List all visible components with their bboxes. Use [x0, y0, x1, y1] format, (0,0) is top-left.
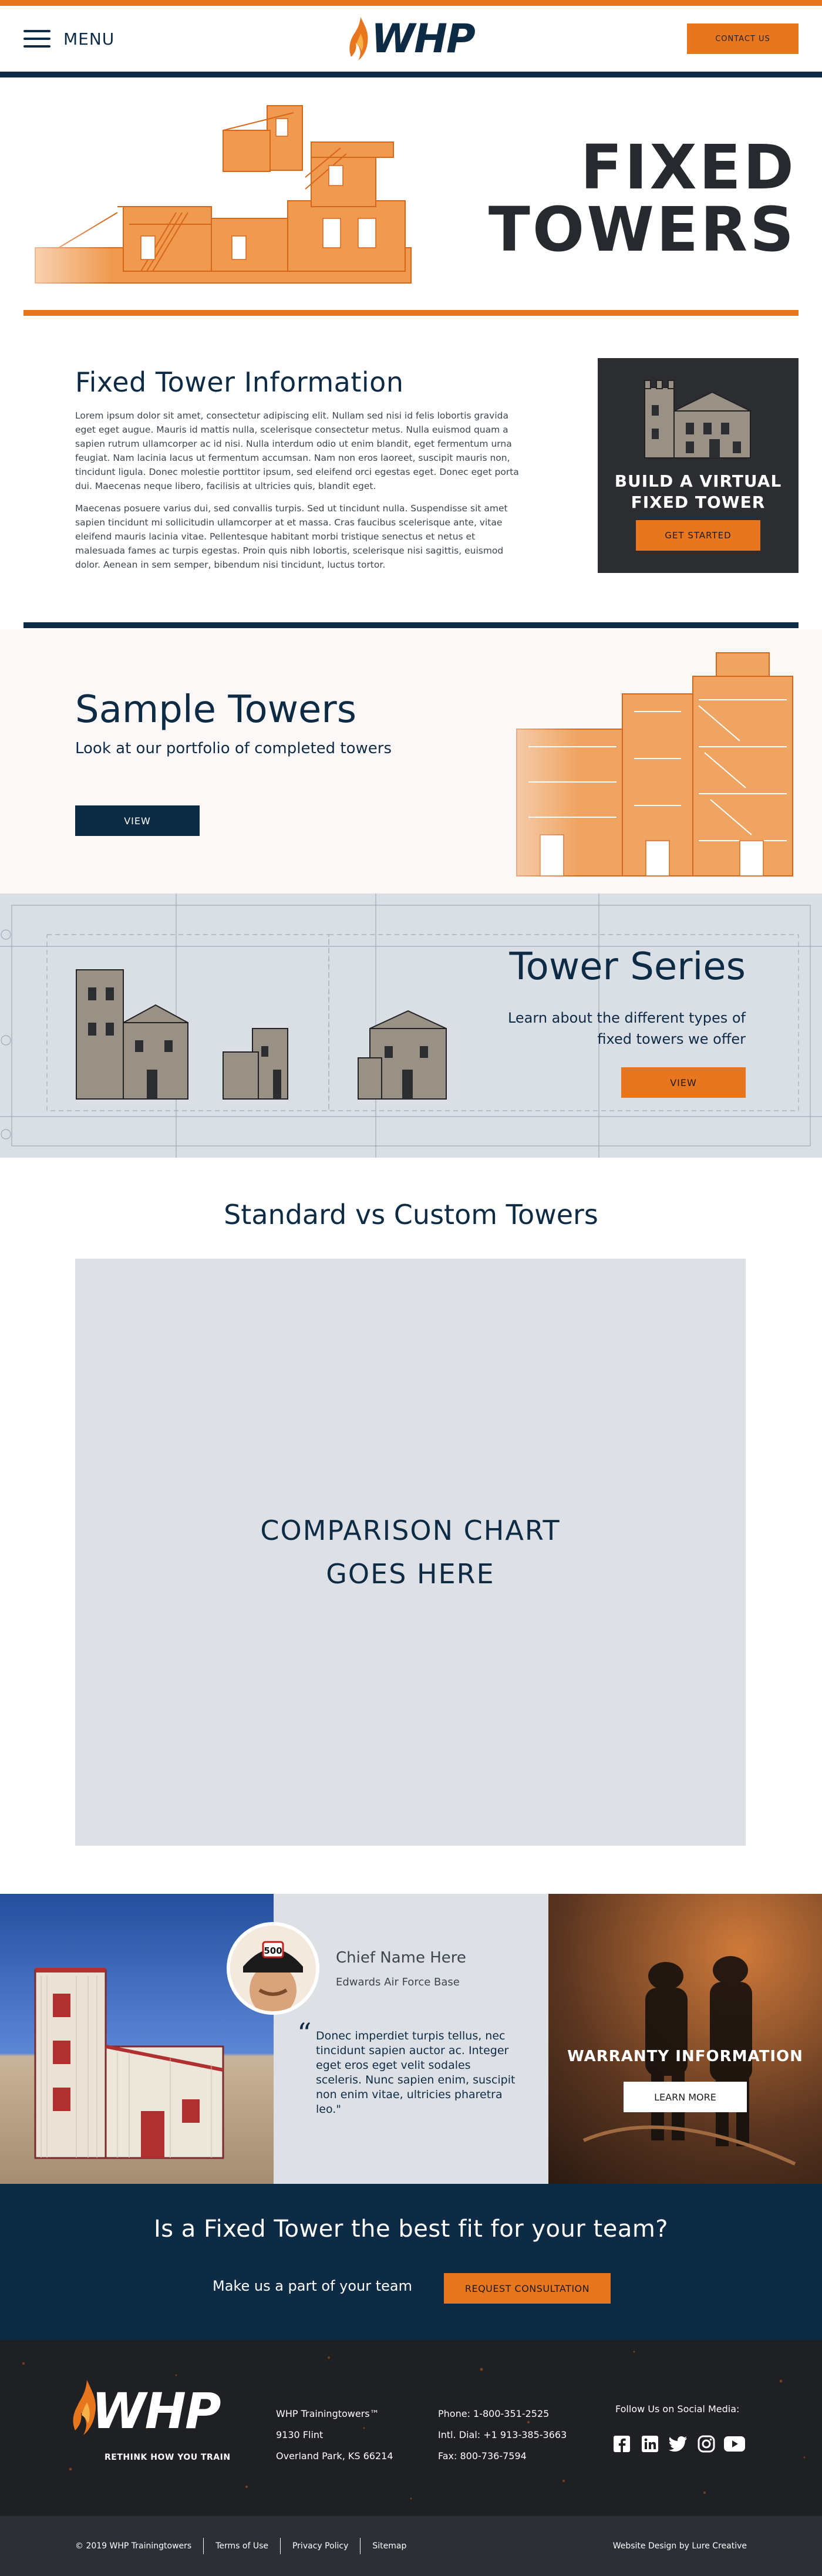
- youtube-icon[interactable]: [723, 2433, 746, 2455]
- logo-wordmark: WHP: [371, 15, 476, 62]
- testimonial-org: Edwards Air Force Base: [336, 1976, 460, 1988]
- comparison-placeholder-text: COMPARISON CHART GOES HERE: [260, 1515, 561, 1590]
- sample-towers-section: Sample Towers Look at our portfolio of c…: [0, 629, 822, 893]
- sub-footer: © 2019 WHP Trainingtowers Terms of Use P…: [0, 2516, 822, 2576]
- sample-towers-view-button[interactable]: VIEW: [75, 805, 200, 836]
- cta-subtitle: Make us a part of your team: [213, 2278, 412, 2294]
- comparison-heading: Standard vs Custom Towers: [224, 1199, 598, 1230]
- footer-contact: Phone: 1-800-351-2525 Intl. Dial: +1 913…: [438, 2403, 567, 2467]
- build-title-line2: FIXED TOWER: [631, 493, 766, 512]
- header-divider: [0, 72, 822, 77]
- hamburger-icon[interactable]: [23, 30, 50, 48]
- tower-info-heading: Fixed Tower Information: [75, 366, 404, 398]
- testimonial-name: Chief Name Here: [336, 1949, 466, 1967]
- sample-towers-subtitle: Look at our portfolio of completed tower…: [75, 740, 392, 757]
- sample-tower-illustration: [446, 629, 822, 893]
- testimonial-row: 500 Chief Name Here Edwards Air Force Ba…: [0, 1894, 822, 2184]
- tower-series-subtitle: Learn about the different types of fixed…: [507, 1010, 746, 1047]
- top-accent-strip: [0, 0, 822, 6]
- site-footer: WHP RETHINK HOW YOU TRAIN WHP Trainingto…: [0, 2340, 822, 2516]
- sample-towers-heading: Sample Towers: [75, 688, 357, 731]
- tower-info-text: Fixed Tower Information Lorem ipsum dolo…: [75, 366, 521, 580]
- privacy-link[interactable]: Privacy Policy: [292, 2541, 348, 2551]
- build-virtual-tower-title: BUILD A VIRTUAL FIXED TOWER: [615, 471, 782, 513]
- warranty-learn-more-button[interactable]: LEARN MORE: [624, 2082, 747, 2112]
- testimonial-quote: Donec imperdiet turpis tellus, nec tinci…: [316, 2029, 516, 2116]
- footer-address-line: WHP Trainingtowers™: [276, 2408, 379, 2419]
- tower-series-section: Tower Series Learn about the different t…: [0, 893, 822, 1158]
- testimonial-card: 500 Chief Name Here Edwards Air Force Ba…: [227, 1894, 548, 2184]
- site-logo[interactable]: WHP: [348, 15, 476, 62]
- hero-tower-illustration: [0, 77, 446, 312]
- virtual-tower-icon: [644, 380, 751, 458]
- request-consultation-button[interactable]: REQUEST CONSULTATION: [444, 2273, 611, 2304]
- design-credit-link[interactable]: Website Design by Lure Creative: [613, 2541, 747, 2551]
- helmet-badge-number: 500: [264, 1946, 282, 1956]
- comparison-chart-placeholder: COMPARISON CHART GOES HERE: [75, 1259, 746, 1846]
- firefighters-illustration: [582, 1956, 796, 2166]
- hero-section: FIXED TOWERS: [0, 77, 822, 316]
- footer-address-line: Overland Park, KS 66214: [276, 2450, 393, 2462]
- terms-link[interactable]: Terms of Use: [215, 2541, 268, 2551]
- build-title-line1: BUILD A VIRTUAL: [614, 471, 782, 491]
- footer-address-line: 9130 Flint: [276, 2429, 324, 2440]
- tower-series-models: [76, 969, 447, 1100]
- separator: [279, 2538, 281, 2554]
- info-divider: [23, 622, 799, 628]
- comparison-section: Standard vs Custom Towers COMPARISON CHA…: [0, 1158, 822, 1894]
- separator: [360, 2538, 361, 2554]
- separator: [203, 2538, 204, 2554]
- flame-icon: [349, 17, 368, 60]
- page-title: FIXED TOWERS: [489, 136, 796, 261]
- footer-address: WHP Trainingtowers™ 9130 Flint Overland …: [276, 2403, 393, 2467]
- warranty-card: WARRANTY INFORMATION LEARN MORE: [548, 1894, 822, 2184]
- tower-photo: [0, 1894, 274, 2184]
- footer-phone[interactable]: Phone: 1-800-351-2525: [438, 2403, 567, 2425]
- instagram-icon[interactable]: [695, 2433, 717, 2455]
- legal-links: © 2019 WHP Trainingtowers Terms of Use P…: [75, 2538, 406, 2554]
- footer-social-links: [611, 2433, 746, 2455]
- footer-intl-dial[interactable]: Intl. Dial: +1 913-385-3663: [438, 2425, 567, 2446]
- tower-info-section: Fixed Tower Information Lorem ipsum dolo…: [0, 312, 822, 629]
- tower-photo-illustration: [34, 1968, 224, 2159]
- site-header: MENU WHP CONTACT US: [0, 6, 822, 72]
- tower-info-paragraph-1: Lorem ipsum dolor sit amet, consectetur …: [75, 410, 519, 491]
- avatar: 500: [227, 1922, 319, 2015]
- facebook-icon[interactable]: [611, 2433, 633, 2455]
- footer-logo-wordmark: WHP: [92, 2382, 221, 2440]
- cta-heading: Is a Fixed Tower the best fit for your t…: [153, 2216, 669, 2243]
- tower-info-paragraph-2: Maecenas posuere varius dui, sed convall…: [75, 503, 508, 570]
- get-started-button[interactable]: GET STARTED: [636, 520, 760, 551]
- page-title-line2: TOWERS: [488, 194, 796, 265]
- contact-us-button[interactable]: CONTACT US: [687, 23, 799, 54]
- linkedin-icon[interactable]: [639, 2433, 661, 2455]
- quote-icon: “: [297, 2017, 312, 2050]
- page-title-line1: FIXED: [580, 132, 796, 203]
- footer-social-title: Follow Us on Social Media:: [615, 2403, 740, 2415]
- twitter-icon[interactable]: [667, 2433, 689, 2455]
- tower-series-heading: Tower Series: [509, 945, 746, 989]
- copyright-text: © 2019 WHP Trainingtowers: [75, 2541, 192, 2551]
- consultation-cta: Is a Fixed Tower the best fit for your t…: [0, 2184, 822, 2340]
- warranty-title: WARRANTY INFORMATION: [567, 2048, 803, 2065]
- tower-series-view-button[interactable]: VIEW: [621, 1067, 746, 1098]
- firefighter-avatar: 500: [230, 1926, 316, 2011]
- footer-fax: Fax: 800-736-7594: [438, 2450, 527, 2462]
- menu-toggle[interactable]: MENU: [23, 29, 114, 49]
- menu-label: MENU: [63, 29, 115, 49]
- sitemap-link[interactable]: Sitemap: [372, 2541, 406, 2551]
- build-virtual-tower-card: BUILD A VIRTUAL FIXED TOWER GET STARTED: [598, 358, 799, 573]
- footer-tagline: RETHINK HOW YOU TRAIN: [105, 2453, 231, 2462]
